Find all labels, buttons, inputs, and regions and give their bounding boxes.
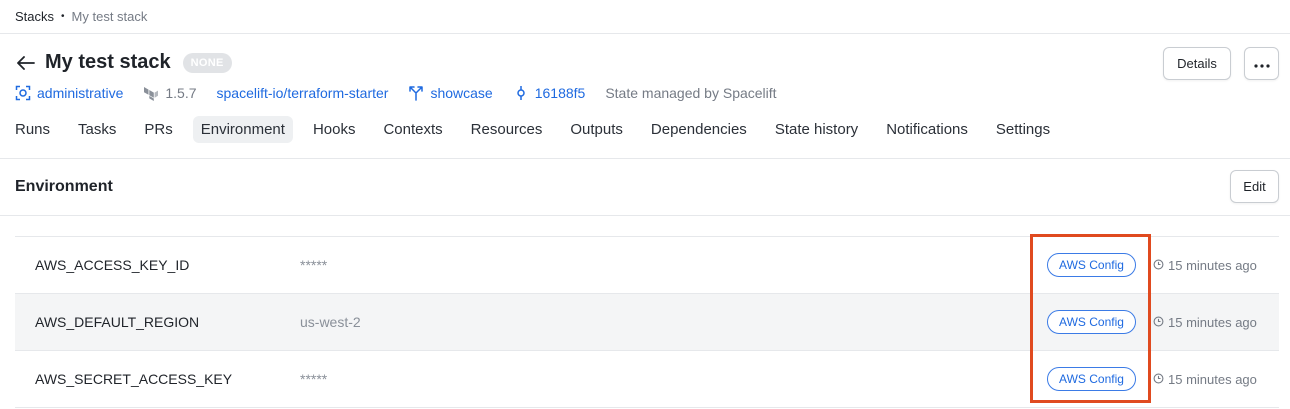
breadcrumb-separator: • [61,11,65,22]
stack-meta-row: administrative 1.5.7 spacelift-io/terraf… [15,84,797,102]
tab-prs[interactable]: PRs [136,116,180,143]
tabs-divider [0,158,1290,159]
commit-link[interactable]: 16188f5 [535,85,586,101]
state-text: State managed by Spacelift [605,85,777,101]
section-title: Environment [15,178,113,195]
tab-settings[interactable]: Settings [988,116,1058,143]
table-row[interactable]: AWS_ACCESS_KEY_ID ***** AWS Config 15 mi… [15,237,1279,294]
state-meta: State managed by Spacelift [605,85,776,101]
table-row[interactable]: AWS_SECRET_ACCESS_KEY ***** AWS Config 1… [15,351,1279,408]
repository-link[interactable]: spacelift-io/terraform-starter [217,85,389,101]
space-meta[interactable]: administrative [15,85,123,101]
details-button[interactable]: Details [1163,47,1231,80]
env-var-name: AWS_DEFAULT_REGION [35,314,200,330]
tab-runs[interactable]: Runs [7,116,58,143]
stack-tabs: Runs Tasks PRs Environment Hooks Context… [15,116,1070,143]
env-var-time-text: 15 minutes ago [1168,314,1257,330]
breadcrumb-stacks-link[interactable]: Stacks [15,9,54,24]
env-var-value: ***** [300,257,328,273]
context-tag[interactable]: AWS Config [1047,367,1136,391]
breadcrumb-current: My test stack [71,9,148,24]
table-row[interactable]: AWS_DEFAULT_REGION us-west-2 AWS Config … [15,294,1279,351]
env-var-time: 15 minutes ago [1153,258,1257,273]
breadcrumb: Stacks • My test stack [15,9,147,24]
title-row: My test stack NONE [15,51,232,74]
terraform-version-meta: 1.5.7 [143,85,197,101]
env-var-time: 15 minutes ago [1153,315,1257,330]
env-var-name: AWS_ACCESS_KEY_ID [35,257,190,273]
terraform-icon [143,85,159,101]
context-tag[interactable]: AWS Config [1047,310,1136,334]
page-title: My test stack [45,51,171,73]
tab-notifications[interactable]: Notifications [878,116,976,143]
env-var-value: us-west-2 [300,314,361,330]
clock-icon [1153,372,1164,387]
tab-state-history[interactable]: State history [767,116,866,143]
tab-contexts[interactable]: Contexts [375,116,450,143]
env-var-time: 15 minutes ago [1153,372,1257,387]
clock-icon [1153,315,1164,330]
context-tag[interactable]: AWS Config [1047,253,1136,277]
branch-icon [408,85,424,101]
terraform-version: 1.5.7 [165,85,197,101]
edit-button[interactable]: Edit [1230,170,1279,203]
section-divider [0,215,1290,216]
repository-meta[interactable]: spacelift-io/terraform-starter [217,85,389,101]
tab-outputs[interactable]: Outputs [562,116,631,143]
env-var-value: ***** [300,371,328,387]
tab-dependencies[interactable]: Dependencies [643,116,755,143]
tab-hooks[interactable]: Hooks [305,116,364,143]
env-var-time-text: 15 minutes ago [1168,371,1257,387]
space-link[interactable]: administrative [37,85,123,101]
branch-meta[interactable]: showcase [408,85,493,101]
env-var-name: AWS_SECRET_ACCESS_KEY [35,371,233,387]
status-badge: NONE [182,52,232,73]
header-divider [0,33,1290,34]
tab-resources[interactable]: Resources [463,116,551,143]
more-horizontal-icon [1253,56,1270,71]
commit-meta[interactable]: 16188f5 [513,85,586,101]
clock-icon [1153,258,1164,273]
more-options-button[interactable] [1244,47,1279,80]
branch-link[interactable]: showcase [430,85,492,101]
tab-tasks[interactable]: Tasks [70,116,124,143]
tab-environment[interactable]: Environment [192,116,293,143]
commit-icon [513,85,529,101]
environment-table: AWS_ACCESS_KEY_ID ***** AWS Config 15 mi… [15,236,1279,408]
back-arrow-icon[interactable] [15,52,37,74]
env-var-time-text: 15 minutes ago [1168,257,1257,273]
space-icon [15,85,31,101]
